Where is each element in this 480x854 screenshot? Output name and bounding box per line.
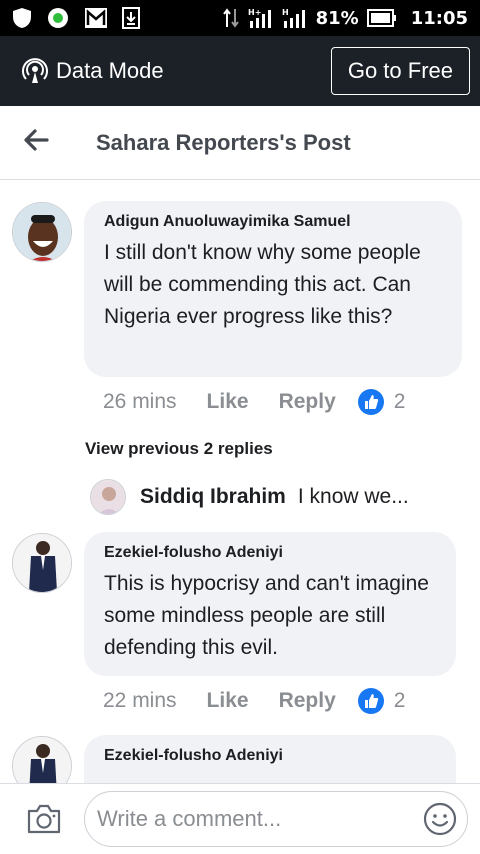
reply-button[interactable]: Reply bbox=[279, 689, 336, 713]
like-button[interactable]: Like bbox=[207, 689, 249, 713]
comment-bubble[interactable]: Ezekiel-folusho Adeniyi bbox=[84, 735, 456, 783]
back-arrow-icon bbox=[23, 129, 49, 156]
comment-input-box[interactable] bbox=[84, 791, 468, 847]
camera-icon[interactable] bbox=[26, 801, 62, 837]
avatar[interactable] bbox=[12, 202, 72, 262]
go-to-free-button[interactable]: Go to Free bbox=[330, 47, 470, 95]
signal-h-icon: H+ bbox=[248, 7, 274, 29]
comment-author[interactable]: Ezekiel-folusho Adeniyi bbox=[104, 747, 436, 765]
status-bar: H+ H 81% 11:05 bbox=[0, 0, 480, 36]
avatar[interactable] bbox=[12, 533, 72, 593]
truncated-action-row bbox=[310, 181, 390, 183]
svg-text:H: H bbox=[282, 8, 289, 17]
clock: 11:05 bbox=[410, 7, 468, 29]
battery-percent: 81% bbox=[315, 7, 359, 29]
reaction-count[interactable]: 2 bbox=[394, 390, 406, 414]
signal-h-icon-2: H bbox=[282, 7, 308, 29]
data-arrows-icon bbox=[222, 7, 240, 29]
data-mode-label: Data Mode bbox=[56, 58, 164, 83]
comment-text: I still don't know why some people will … bbox=[104, 241, 421, 328]
reply-preview[interactable]: Siddiq Ibrahim I know we... bbox=[90, 479, 409, 515]
gmail-icon bbox=[84, 7, 108, 29]
comments-list: Adigun Anuoluwayimika Samuel I still don… bbox=[0, 181, 480, 783]
comment-actions: 26 mins Like Reply 2 bbox=[103, 389, 405, 415]
comment-composer bbox=[0, 783, 480, 854]
comment-time: 26 mins bbox=[103, 390, 177, 413]
data-mode-bar: Data Mode Go to Free bbox=[0, 36, 480, 106]
status-dot-icon bbox=[46, 6, 70, 30]
comment-text: This is hypocrisy and can't imagine some… bbox=[104, 572, 429, 659]
back-button[interactable] bbox=[0, 106, 72, 180]
reply-author[interactable]: Siddiq Ibrahim bbox=[140, 485, 286, 509]
comment-input[interactable] bbox=[97, 806, 423, 832]
page-title: Sahara Reporters's Post bbox=[96, 129, 351, 155]
comment-time: 22 mins bbox=[103, 689, 177, 712]
thumbs-up-icon[interactable] bbox=[357, 389, 384, 415]
comment-bubble[interactable]: Adigun Anuoluwayimika Samuel I still don… bbox=[84, 201, 462, 377]
avatar[interactable] bbox=[12, 736, 72, 783]
thumbs-up-icon[interactable] bbox=[357, 688, 384, 714]
avatar[interactable] bbox=[90, 479, 126, 515]
post-header: Sahara Reporters's Post bbox=[0, 106, 480, 180]
comment-author[interactable]: Ezekiel-folusho Adeniyi bbox=[104, 544, 436, 562]
like-button[interactable]: Like bbox=[207, 390, 249, 414]
view-previous-replies[interactable]: View previous 2 replies bbox=[85, 439, 273, 459]
comment-author[interactable]: Adigun Anuoluwayimika Samuel bbox=[104, 213, 442, 231]
comment-bubble[interactable]: Ezekiel-folusho Adeniyi This is hypocris… bbox=[84, 532, 456, 676]
comment-actions: 22 mins Like Reply 2 bbox=[103, 688, 405, 714]
reply-snippet: I know we... bbox=[297, 485, 409, 508]
svg-text:H+: H+ bbox=[248, 8, 261, 17]
battery-icon bbox=[366, 9, 397, 27]
shield-icon bbox=[12, 7, 32, 29]
reply-button[interactable]: Reply bbox=[279, 390, 336, 414]
emoji-icon[interactable] bbox=[423, 802, 457, 836]
broadcast-icon bbox=[22, 58, 48, 84]
reaction-count[interactable]: 2 bbox=[394, 689, 406, 713]
download-icon bbox=[122, 7, 140, 29]
